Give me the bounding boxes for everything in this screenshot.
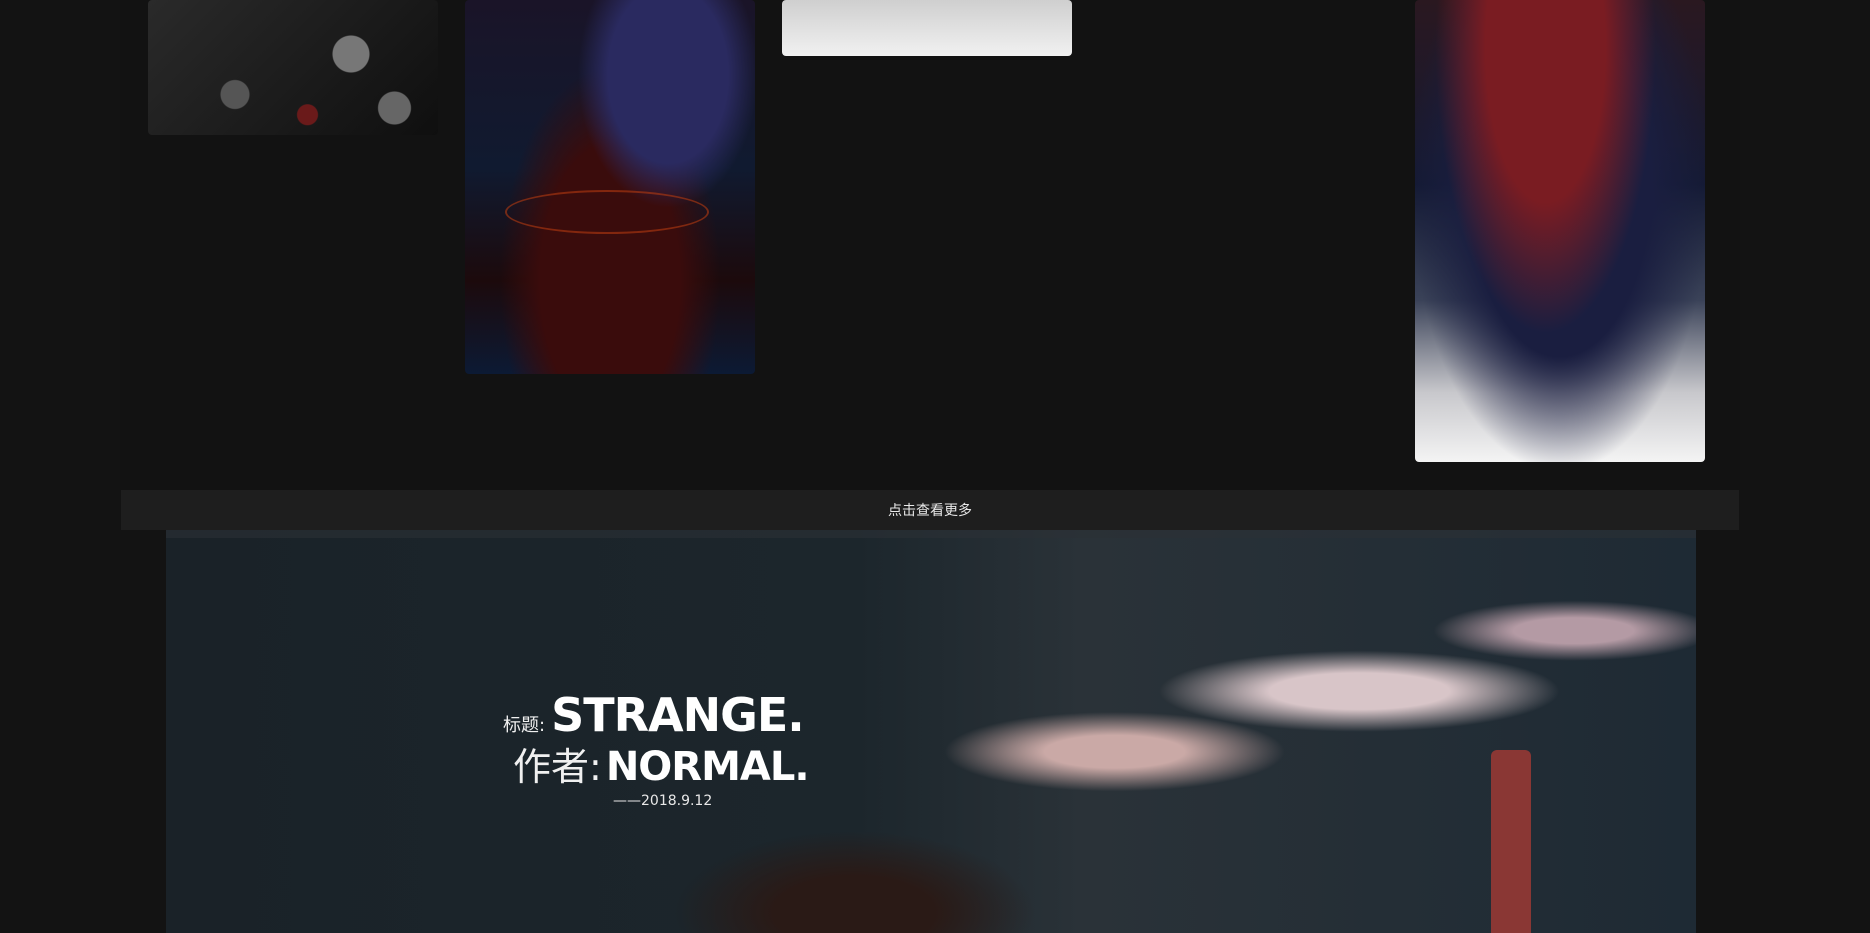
gallery-image[interactable] bbox=[782, 0, 1072, 56]
author-label: 作者: bbox=[513, 745, 602, 789]
gallery-image[interactable] bbox=[148, 0, 438, 135]
artwork-caption: 标题: STRANGE. 作者: NORMAL. ——2018.9.12 bbox=[503, 688, 810, 809]
artwork-detail bbox=[1491, 750, 1531, 933]
title-value: STRANGE. bbox=[551, 688, 805, 742]
author-value: NORMAL. bbox=[605, 744, 810, 790]
view-more-label: 点击查看更多 bbox=[888, 503, 972, 519]
title-label: 标题: bbox=[503, 715, 546, 736]
gallery-image[interactable] bbox=[465, 0, 755, 374]
featured-artwork: 标题: STRANGE. 作者: NORMAL. ——2018.9.12 bbox=[166, 530, 1696, 933]
publish-date: ——2018.9.12 bbox=[613, 793, 713, 809]
image-gallery bbox=[120, 0, 1740, 490]
view-more-button[interactable]: 点击查看更多 bbox=[121, 490, 1739, 530]
gallery-image[interactable] bbox=[1415, 0, 1705, 462]
